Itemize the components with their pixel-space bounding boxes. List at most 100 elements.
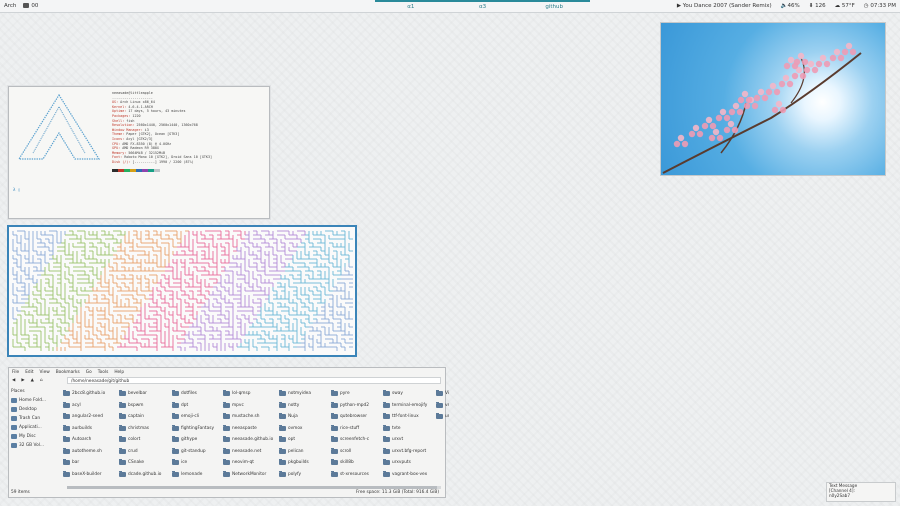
cherry-blossom-image (662, 42, 862, 174)
folder-item[interactable]: captain (119, 411, 172, 423)
folder-item[interactable]: vst (436, 400, 449, 412)
folder-item[interactable]: dotfiles (172, 388, 223, 400)
maze-window[interactable] (7, 225, 357, 357)
blossom (681, 140, 689, 148)
folder-item[interactable]: urxv.d (436, 411, 449, 423)
folder-item[interactable]: tvte (383, 423, 436, 435)
folder-item[interactable]: screenfetch-c (331, 434, 383, 446)
places-item[interactable]: Desktop (11, 405, 59, 414)
folder-item[interactable]: dcade.github.io (119, 469, 172, 481)
folder-item[interactable]: python-mpd2 (331, 400, 383, 412)
folder-item[interactable]: lemonade (172, 469, 223, 481)
folder-icon (279, 470, 286, 477)
folder-item[interactable]: autotheme.sh (63, 446, 119, 458)
folder-item[interactable]: neovim-qt (223, 457, 279, 469)
forward-icon[interactable]: ▶ (21, 378, 24, 383)
notification-popup[interactable]: Text Message [Channel 4]: n0y2Sab7 (826, 482, 896, 502)
shell-prompt[interactable]: λ ▯ (13, 187, 20, 192)
menu-file[interactable]: File (12, 370, 19, 375)
folder-item[interactable]: ttf-font-linux (383, 411, 436, 423)
terminal-window[interactable]: neeasade@littleapple --------------------… (8, 86, 270, 219)
folder-item[interactable]: vagrant-box-vex (383, 469, 436, 481)
folder-item[interactable]: urxvt.bfg-report (383, 446, 436, 458)
folder-item[interactable]: st-xresources (331, 469, 383, 481)
places-item[interactable]: Applicati... (11, 423, 59, 432)
places-item[interactable]: My Disc (11, 432, 59, 441)
workspace-tab[interactable]: α1 (375, 0, 447, 12)
places-item[interactable]: 32 GB Vol... (11, 441, 59, 450)
clock: ◷ 07:33 PM (863, 3, 896, 9)
folder-item[interactable]: skill8b (331, 457, 383, 469)
folder-item[interactable]: fightingFantasy (172, 423, 223, 435)
folder-item[interactable]: githype (172, 434, 223, 446)
folder-item[interactable]: sway (383, 388, 436, 400)
path-bar[interactable]: /home/neeasade/git/github (67, 377, 441, 384)
folder-item[interactable]: terminal-emojify (383, 400, 436, 412)
blossom (688, 130, 696, 138)
folder-item[interactable]: neeasade.net (223, 446, 279, 458)
folder-icon (172, 436, 179, 443)
folder-item[interactable]: qutebrowser (331, 411, 383, 423)
menu-edit[interactable]: Edit (25, 370, 33, 375)
folder-item[interactable]: scroll (331, 446, 383, 458)
menu-bookmarks[interactable]: Bookmarks (56, 370, 80, 375)
folder-item[interactable]: dpt (172, 400, 223, 412)
folder-icon (119, 470, 126, 477)
folder-item[interactable]: lol-qmsp (223, 388, 279, 400)
folder-item[interactable]: NetworkMonitor (223, 469, 279, 481)
folder-item[interactable]: bevelbar (119, 388, 172, 400)
up-icon[interactable]: ▲ (31, 378, 34, 383)
folder-item[interactable]: git-standup (172, 446, 223, 458)
folder-item[interactable]: notmyidea (279, 388, 331, 400)
folder-item[interactable]: urxvt (383, 434, 436, 446)
volume-indicator[interactable]: 🔈46% (781, 0, 800, 12)
folder-item[interactable]: urxvputs (383, 457, 436, 469)
folder-item[interactable]: angular2-seed (63, 411, 119, 423)
folder-item[interactable]: rice-stuff (331, 423, 383, 435)
menu-view[interactable]: View (40, 370, 50, 375)
places-item[interactable]: Home Fold... (11, 396, 59, 405)
folder-item[interactable]: Vimplu (436, 388, 449, 400)
folder-item[interactable]: emoji-cli (172, 411, 223, 423)
image-window[interactable] (660, 22, 886, 176)
folder-item[interactable]: polyfy (279, 469, 331, 481)
folder-item[interactable]: ice (172, 457, 223, 469)
now-playing[interactable]: ▶ You Dance 2007 (Sander Remix) (677, 0, 772, 12)
menu-tools[interactable]: Tools (98, 370, 109, 375)
menu-help[interactable]: Help (114, 370, 124, 375)
folder-item[interactable]: notty (279, 400, 331, 412)
folder-icon (383, 413, 390, 420)
folder-item[interactable]: christmas (119, 423, 172, 435)
folder-item[interactable]: colort (119, 434, 172, 446)
folder-item[interactable]: 2bcc8.github.io (63, 388, 119, 400)
folder-item[interactable]: CSnake (119, 457, 172, 469)
workspace-tab[interactable]: α3 (446, 0, 519, 12)
folder-icon (63, 413, 70, 420)
back-icon[interactable]: ◀ (12, 378, 15, 383)
home-icon[interactable]: ⌂ (40, 378, 43, 383)
folder-item[interactable]: crud (119, 446, 172, 458)
folder-item[interactable]: mpvc (223, 400, 279, 412)
menu-go[interactable]: Go (86, 370, 92, 375)
folder-item[interactable]: bar (63, 457, 119, 469)
folder-item[interactable]: pyre (331, 388, 383, 400)
folder-item[interactable]: acyl (63, 400, 119, 412)
folder-item[interactable]: Autoarch (63, 434, 119, 446)
updates-indicator[interactable]: ⬇ 126 (809, 0, 826, 12)
folder-item[interactable]: pkgbuilds (279, 457, 331, 469)
file-manager-window[interactable]: File Edit View Bookmarks Go Tools Help ◀… (8, 367, 449, 498)
folder-item[interactable]: opt (279, 434, 331, 446)
folder-item[interactable]: aurbuilds (63, 423, 119, 435)
folder-item[interactable]: mustache.sh (223, 411, 279, 423)
monitor-indicator[interactable]: 00 (23, 0, 38, 12)
folder-item[interactable]: pelican (279, 446, 331, 458)
folder-item[interactable]: baseX-builder (63, 469, 119, 481)
places-item[interactable]: Trash Can (11, 414, 59, 423)
folder-item[interactable]: bspwm (119, 400, 172, 412)
folder-item[interactable]: ovmox (279, 423, 331, 435)
workspace-tab[interactable]: github (518, 0, 591, 12)
folder-item[interactable]: neeasade.github.io (223, 434, 279, 446)
os-label[interactable]: Arch (4, 0, 16, 12)
folder-item[interactable]: Nuja (279, 411, 331, 423)
folder-item[interactable]: neeaspaste (223, 423, 279, 435)
